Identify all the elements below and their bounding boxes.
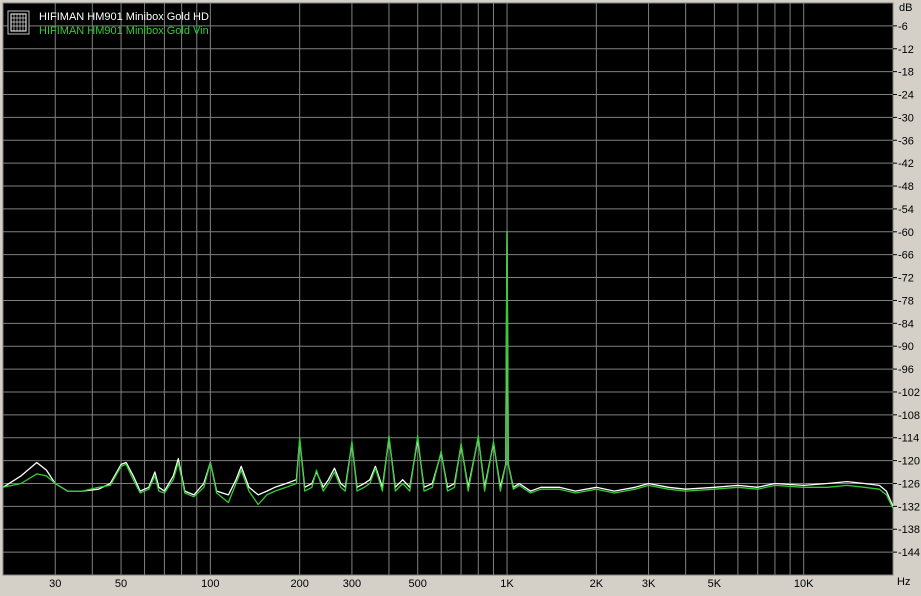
y-tick-label: -42 bbox=[898, 158, 914, 170]
x-tick-label: 100 bbox=[201, 578, 219, 590]
x-unit-label: Hz bbox=[897, 576, 910, 588]
x-tick-label: 1K bbox=[500, 578, 514, 590]
chart-canvas: -6 -12 -18 -24 -30 -36 -42 -48 -54 -60 -66 -72 -78 -8… bbox=[0, 0, 921, 591]
y-tick-label: -144 bbox=[898, 547, 920, 559]
y-tick-label: -96 bbox=[898, 364, 914, 376]
y-tick-label: -36 bbox=[898, 135, 914, 147]
x-tick-label: 3K bbox=[642, 578, 656, 590]
x-tick-label: 500 bbox=[409, 578, 427, 590]
y-tick-label: -138 bbox=[898, 524, 920, 536]
spectrum-chart: -6 -12 -18 -24 -30 -36 -42 -48 -54 -60 -66 -72 -78 -8… bbox=[0, 0, 921, 591]
y-tick-label: -6 bbox=[898, 21, 908, 33]
legend-entry-vin: HIFIMAN HM901 Minibox Gold Vin bbox=[39, 25, 209, 37]
grid-chart-icon bbox=[7, 10, 30, 35]
y-tick-label: -132 bbox=[898, 501, 920, 513]
y-tick-label: -30 bbox=[898, 112, 914, 124]
x-tick-label: 200 bbox=[290, 578, 308, 590]
y-tick-label: -54 bbox=[898, 204, 914, 216]
y-tick-label: -66 bbox=[898, 250, 914, 262]
x-tick-label: 50 bbox=[115, 578, 127, 590]
y-tick-label: -72 bbox=[898, 273, 914, 285]
x-tick-label: 5K bbox=[708, 578, 722, 590]
x-tick-label: 2K bbox=[590, 578, 604, 590]
y-tick-label: -78 bbox=[898, 295, 914, 307]
x-tick-label: 10K bbox=[794, 578, 814, 590]
legend-entry-hd: HIFIMAN HM901 Minibox Gold HD bbox=[39, 11, 209, 23]
x-tick-label: 30 bbox=[49, 578, 61, 590]
y-tick-label: -108 bbox=[898, 410, 920, 422]
y-unit-label: dB bbox=[899, 2, 912, 14]
y-tick-label: -24 bbox=[898, 90, 914, 102]
y-tick-label: -12 bbox=[898, 44, 914, 56]
y-tick-label: -90 bbox=[898, 341, 914, 353]
y-tick-label: -102 bbox=[898, 387, 920, 399]
y-tick-label: -84 bbox=[898, 318, 914, 330]
y-tick-label: -114 bbox=[898, 433, 919, 445]
x-tick-label: 300 bbox=[343, 578, 361, 590]
y-tick-label: -18 bbox=[898, 67, 914, 79]
y-tick-label: -120 bbox=[898, 456, 920, 468]
y-tick-label: -60 bbox=[898, 227, 914, 239]
y-tick-label: -48 bbox=[898, 181, 914, 193]
y-tick-label: -126 bbox=[898, 478, 920, 490]
